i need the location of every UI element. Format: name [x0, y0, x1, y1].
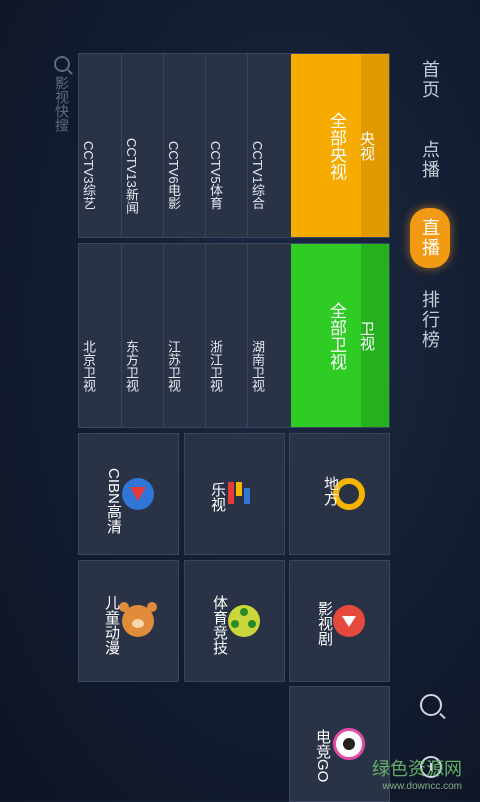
cctv-header[interactable]: 央视 全部央视: [291, 54, 389, 237]
channel-beijing[interactable]: 北京卫视: [79, 244, 121, 427]
satellite-header[interactable]: 卫视 全部卫视: [291, 244, 389, 427]
search-hint-label: 影视快搜: [54, 76, 70, 132]
cctv-panel: 央视 全部央视 CCTV1综合 CCTV5体育 CCTV6电影 CCTV13新闻…: [78, 53, 390, 238]
channel-cctv5[interactable]: CCTV5体育: [205, 54, 248, 237]
watermark: 绿色资源网 www.downcc.com: [372, 759, 462, 792]
satellite-all-label: 全部卫视: [327, 301, 346, 370]
tile-drama[interactable]: 影视剧: [289, 560, 390, 682]
letv-icon: [224, 478, 256, 510]
channel-dongfang[interactable]: 东方卫视: [121, 244, 164, 427]
nav-ranking[interactable]: 排行榜: [410, 290, 450, 350]
channel-zhejiang[interactable]: 浙江卫视: [205, 244, 248, 427]
channel-cctv13[interactable]: CCTV13新闻: [121, 54, 164, 237]
satellite-title: 卫视: [358, 320, 375, 351]
nav-vod[interactable]: 点播: [410, 140, 450, 180]
tile-cibn[interactable]: CIBN高清: [78, 433, 179, 555]
tile-sports[interactable]: 体育竞技: [184, 560, 285, 682]
channel-hunan[interactable]: 湖南卫视: [247, 244, 290, 427]
tile-kids[interactable]: 儿童动漫: [78, 560, 179, 682]
red-down-arrow-icon: [333, 605, 365, 637]
nav-live[interactable]: 直播: [410, 208, 450, 268]
satellite-panel: 卫视 全部卫视 湖南卫视 浙江卫视 江苏卫视 东方卫视 北京卫视: [78, 243, 390, 428]
cctv-all-label: 全部央视: [327, 111, 346, 180]
esports-mascot-icon: [333, 728, 365, 760]
channel-cctv6[interactable]: CCTV6电影: [163, 54, 206, 237]
red-triangle-icon: [122, 478, 154, 510]
channel-cctv1[interactable]: CCTV1综合: [247, 54, 290, 237]
channel-jiangsu[interactable]: 江苏卫视: [163, 244, 206, 427]
cctv-title: 央视: [358, 130, 375, 161]
search-icon[interactable]: [420, 694, 442, 716]
tile-local[interactable]: 地方: [289, 433, 390, 555]
nav-home[interactable]: 首页: [410, 60, 450, 100]
tile-letv[interactable]: 乐视: [184, 433, 285, 555]
channel-cctv3[interactable]: CCTV3综艺: [79, 54, 121, 237]
bear-icon: [119, 602, 157, 637]
search-icon: [54, 56, 70, 72]
soccer-ball-icon: [228, 605, 260, 637]
